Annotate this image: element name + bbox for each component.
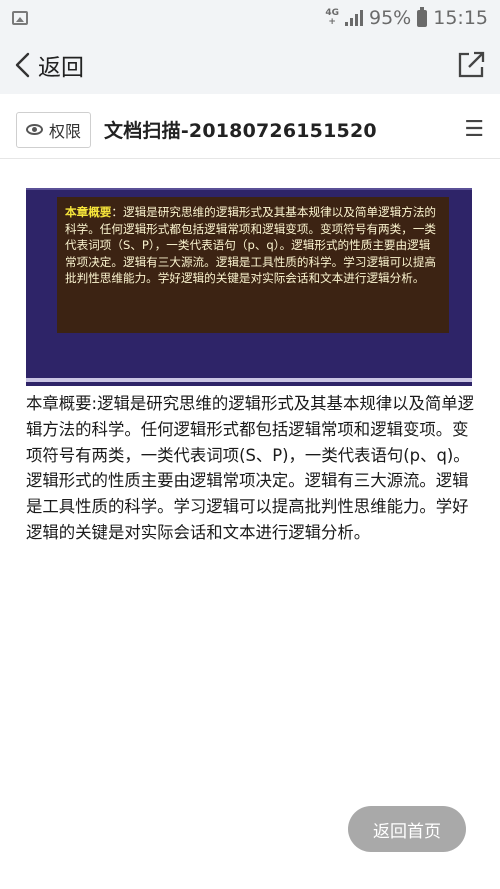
battery-icon — [417, 6, 428, 27]
share-icon[interactable] — [456, 50, 486, 80]
network-activity-label: + — [328, 17, 336, 27]
document-header: 权限 文档扫描-20180726151520 ☰ — [0, 101, 500, 159]
clock: 15:15 — [433, 7, 488, 29]
scanned-image: 本章概要：逻辑是研究思维的逻辑形式及其基本规律以及简单逻辑方法的科学。任何逻辑形… — [26, 188, 472, 386]
permission-label: 权限 — [49, 121, 82, 141]
image-divider — [26, 378, 472, 382]
status-indicators: 4G + 95% 15:15 — [325, 6, 488, 29]
permission-button[interactable]: 权限 — [16, 111, 92, 148]
eye-icon — [26, 124, 43, 135]
document-title: 文档扫描-20180726151520 — [104, 120, 377, 142]
battery-percent: 95% — [369, 7, 412, 29]
recognized-text: 本章概要:逻辑是研究思维的逻辑形式及其基本规律以及简单逻辑方法的科学。任何逻辑形… — [26, 394, 475, 542]
scanned-heading: 本章概要 — [65, 205, 112, 219]
navigation-bar: 返回 — [0, 36, 500, 94]
gallery-notification-icon — [12, 11, 28, 25]
network-type-icon: 4G + — [325, 9, 339, 27]
status-bar: 4G + 95% 15:15 — [0, 0, 500, 36]
chevron-left-icon — [15, 52, 30, 78]
signal-strength-icon — [345, 10, 363, 26]
return-home-button[interactable]: 返回首页 — [348, 806, 466, 852]
scanned-body: ：逻辑是研究思维的逻辑形式及其基本规律以及简单逻辑方法的科学。任何逻辑形式都包括… — [65, 205, 437, 285]
menu-icon[interactable]: ☰ — [464, 117, 484, 142]
scanned-image-text: 本章概要：逻辑是研究思维的逻辑形式及其基本规律以及简单逻辑方法的科学。任何逻辑形… — [57, 197, 449, 333]
back-label: 返回 — [38, 55, 84, 81]
back-button[interactable]: 返回 — [14, 48, 84, 82]
